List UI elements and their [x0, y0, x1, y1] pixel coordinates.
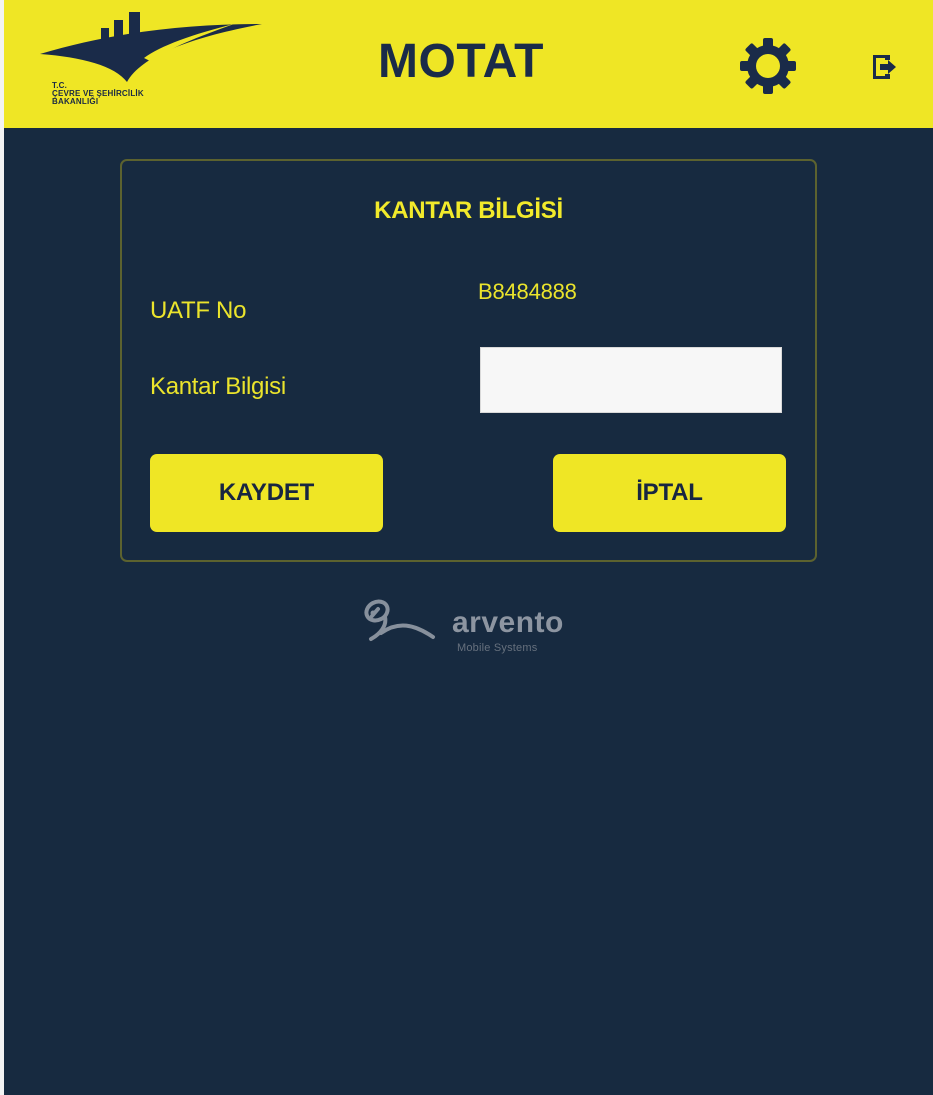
ministry-logo: T.C. ÇEVRE VE ŞEHİRCİLİK BAKANLIĞI — [38, 12, 268, 122]
top-header: T.C. ÇEVRE VE ŞEHİRCİLİK BAKANLIĞI MOTAT — [4, 0, 933, 128]
form-title: KANTAR BİLGİSİ — [374, 197, 563, 224]
kantar-input[interactable] — [480, 347, 782, 413]
uatf-value: B8484888 — [478, 279, 577, 304]
save-button[interactable]: KAYDET — [150, 454, 383, 532]
arvento-brand-name: arvento — [452, 606, 564, 639]
cancel-button[interactable]: İPTAL — [553, 454, 786, 532]
kantar-label: Kantar Bilgisi — [150, 373, 286, 400]
ministry-logo-text: T.C. ÇEVRE VE ŞEHİRCİLİK BAKANLIĞI — [52, 81, 144, 106]
uatf-label: UATF No — [150, 297, 247, 324]
app-screen: T.C. ÇEVRE VE ŞEHİRCİLİK BAKANLIĞI MOTAT — [4, 0, 933, 1095]
arvento-brand: arvento Mobile Systems — [354, 594, 594, 664]
app-title: MOTAT — [378, 35, 544, 88]
arvento-logo-icon — [364, 599, 435, 641]
logout-icon[interactable] — [868, 52, 898, 82]
gear-icon[interactable] — [738, 36, 798, 96]
arvento-brand-tagline: Mobile Systems — [457, 642, 538, 654]
